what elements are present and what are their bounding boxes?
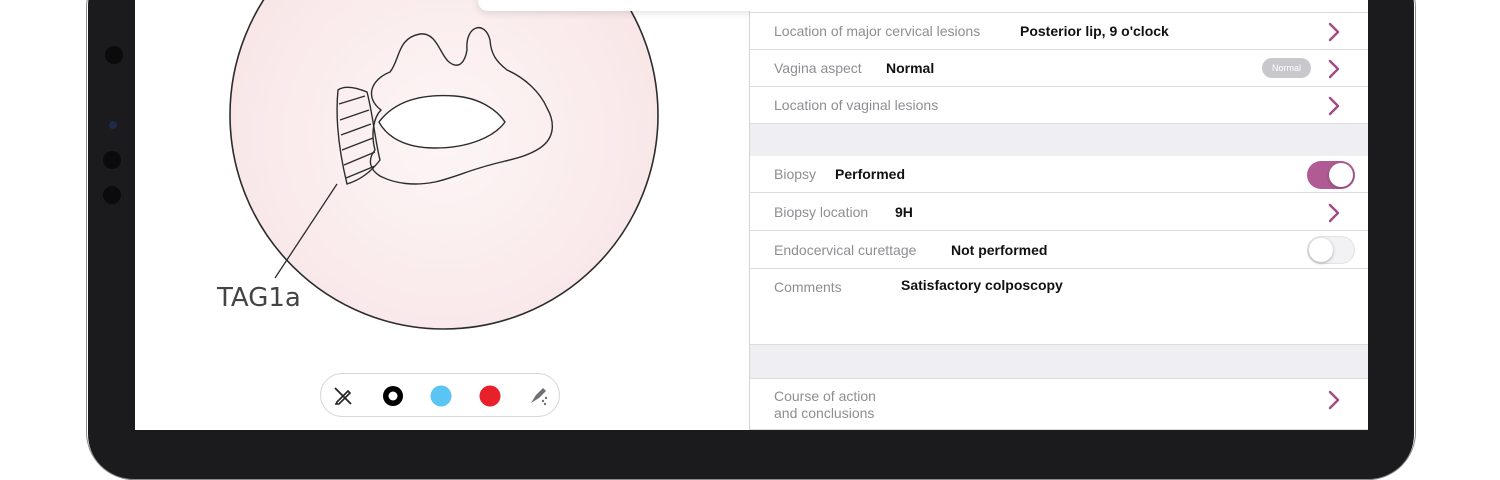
annotation-tag: TAG1a [216, 283, 301, 313]
comments-text: Satisfactory colposcopy [901, 277, 1063, 293]
row-course-of-action[interactable]: Course of action and conclusions [750, 378, 1368, 430]
row-comments[interactable]: Comments Satisfactory colposcopy [750, 269, 1368, 345]
form-row-top-partial [750, 0, 1368, 13]
course-line-2: and conclusions [774, 405, 875, 421]
chevron-right-icon [1328, 22, 1340, 42]
red-pen-icon[interactable] [478, 384, 502, 408]
normal-badge: Normal [1262, 58, 1311, 78]
chevron-right-icon [1328, 59, 1340, 79]
row-value: Posterior lip, 9 o'clock [1020, 23, 1169, 39]
eraser-icon[interactable] [526, 384, 550, 408]
chevron-right-icon [1328, 390, 1340, 410]
row-value: 9H [895, 204, 913, 220]
black-pen-icon[interactable] [381, 384, 405, 408]
cervix-circle [229, 0, 659, 330]
row-label: Comments [774, 279, 842, 295]
chevron-right-icon [1328, 96, 1340, 116]
row-value: Performed [835, 166, 906, 182]
row-label: Endocervical curettage [774, 242, 917, 258]
side-camera-indicator [109, 121, 117, 129]
row-label: Location of vaginal lesions [774, 97, 939, 113]
drawing-pane: TAG1a [135, 0, 749, 430]
tablet-screen: TAG1a Location of major cervical lesions… [135, 0, 1368, 430]
row-label: Vagina aspect [774, 60, 862, 76]
side-sensor [103, 151, 121, 169]
side-sensor [103, 186, 121, 204]
exam-form: Location of major cervical lesions Poste… [750, 0, 1368, 430]
endocervical-toggle[interactable] [1307, 236, 1355, 264]
row-vagina-aspect[interactable]: Vagina aspect Normal Normal [750, 50, 1368, 87]
row-label: Biopsy location [774, 204, 869, 220]
row-vaginal-lesions-location[interactable]: Location of vaginal lesions [750, 87, 1368, 124]
section-separator [750, 345, 1368, 378]
row-value: Not performed [951, 242, 1048, 258]
cervix-sketch-canvas[interactable]: TAG1a [135, 0, 749, 370]
drawing-toolbar [320, 373, 560, 417]
course-line-1: Course of action [774, 388, 876, 404]
row-cervical-lesion-location[interactable]: Location of major cervical lesions Poste… [750, 13, 1368, 50]
chevron-right-icon [1328, 203, 1340, 223]
biopsy-toggle[interactable] [1307, 161, 1355, 189]
row-endocervical-curettage: Endocervical curettage Not performed [750, 231, 1368, 269]
section-separator [750, 124, 1368, 156]
row-label: Location of major cervical lesions [774, 23, 981, 39]
row-value: Normal [886, 60, 935, 76]
popover-card [478, 0, 762, 11]
side-sensor [105, 46, 123, 64]
row-biopsy-location[interactable]: Biopsy location 9H [750, 193, 1368, 231]
row-label: Biopsy [774, 166, 817, 182]
row-biopsy: Biopsy Performed [750, 156, 1368, 193]
pencil-off-icon[interactable] [331, 384, 355, 408]
blue-pen-icon[interactable] [429, 384, 453, 408]
